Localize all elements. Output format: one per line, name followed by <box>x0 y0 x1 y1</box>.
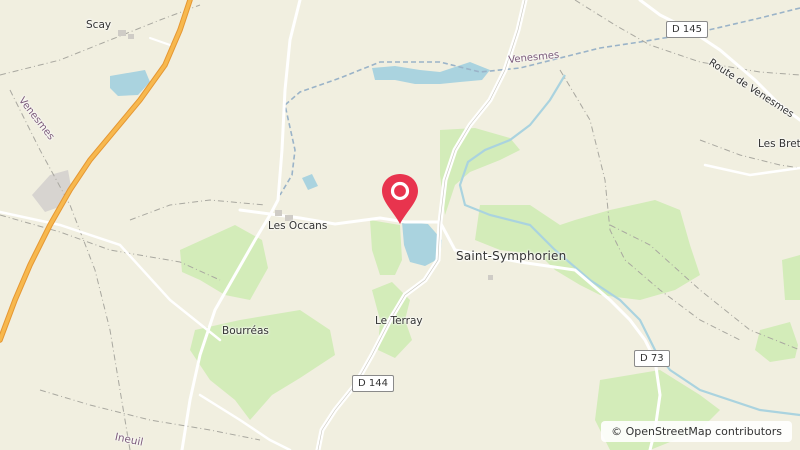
place-label-scay: Scay <box>86 19 112 31</box>
road-shield-d73: D 73 <box>634 350 670 367</box>
place-label-les-occans: Les Occans <box>268 220 328 232</box>
place-label-saint-symphorien: Saint-Symphorien <box>456 249 567 263</box>
map-pin-icon <box>382 174 418 224</box>
place-label-le-terray: Le Terray <box>375 315 423 327</box>
road-shield-d145: D 145 <box>666 21 708 38</box>
attribution-text[interactable]: © OpenStreetMap contributors <box>611 425 782 438</box>
map-attribution[interactable]: © OpenStreetMap contributors <box>601 421 792 442</box>
place-label-les-breteaux: Les Brete <box>758 138 800 150</box>
place-label-bourreas: Bourréas <box>222 325 269 337</box>
location-marker[interactable] <box>380 172 420 226</box>
map-view[interactable]: Scay Les Occans Bourréas Le Terray Saint… <box>0 0 800 450</box>
road-shield-d144: D 144 <box>352 375 394 392</box>
